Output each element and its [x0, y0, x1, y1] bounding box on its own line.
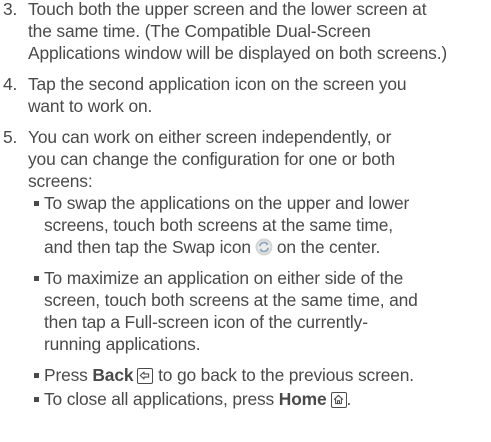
bullet-marker [34, 201, 39, 206]
bullet-text-segment: Press [44, 365, 88, 385]
home-key-icon [330, 392, 347, 408]
bullet-text-line: then tap a Full-screen icon of the curre… [44, 312, 368, 332]
bullet-marker [34, 397, 39, 402]
step-text-line: You can work on either screen independen… [28, 127, 392, 147]
step-number: 4. [3, 74, 18, 94]
bullet-text-line: Press Back to go back to the previous sc… [44, 364, 414, 386]
bullet-text-line: To maximize an application on either sid… [44, 268, 404, 288]
back-key-icon [137, 368, 154, 384]
bullet-text-segment: to go back to the previous screen. [158, 365, 414, 385]
bullet-text-line: screens, touch both screens at the same … [44, 215, 393, 235]
instruction-page: 3. Touch both the upper screen and the l… [0, 0, 491, 442]
bullet-marker [34, 276, 39, 281]
step-text-line: Applications window will be displayed on… [28, 43, 448, 63]
bullet-marker [34, 373, 39, 378]
bullet-text-line: running applications. [44, 334, 201, 354]
step-text-line: want to work on. [28, 96, 153, 116]
step-text-line: Touch both the upper screen and the lowe… [28, 0, 427, 19]
bullet-text-segment: and then tap the Swap icon [44, 237, 251, 257]
step-text-line: screens: [28, 171, 93, 191]
bullet-text-line: To close all applications, press Home. [44, 388, 351, 410]
step-text-line: you can change the configuration for one… [28, 149, 395, 169]
step-text-line: Tap the second application icon on the s… [28, 74, 407, 94]
bullet-text-line: and then tap the Swap icon on the center. [44, 236, 380, 258]
back-key-label: Back [92, 365, 134, 385]
bullet-text-segment: . [346, 389, 352, 409]
step-number: 3. [3, 0, 18, 19]
swap-icon [255, 238, 273, 256]
bullet-text-segment: To close all applications, press [44, 389, 275, 409]
bullet-text-segment: on the center. [276, 237, 381, 257]
bullet-text-line: screen, touch both screens at the same t… [44, 290, 418, 310]
step-text-line: the same time. (The Compatible Dual-Scre… [28, 21, 371, 41]
bullet-text-line: To swap the applications on the upper an… [44, 193, 410, 213]
step-number: 5. [3, 127, 18, 147]
home-key-label: Home [278, 389, 327, 409]
